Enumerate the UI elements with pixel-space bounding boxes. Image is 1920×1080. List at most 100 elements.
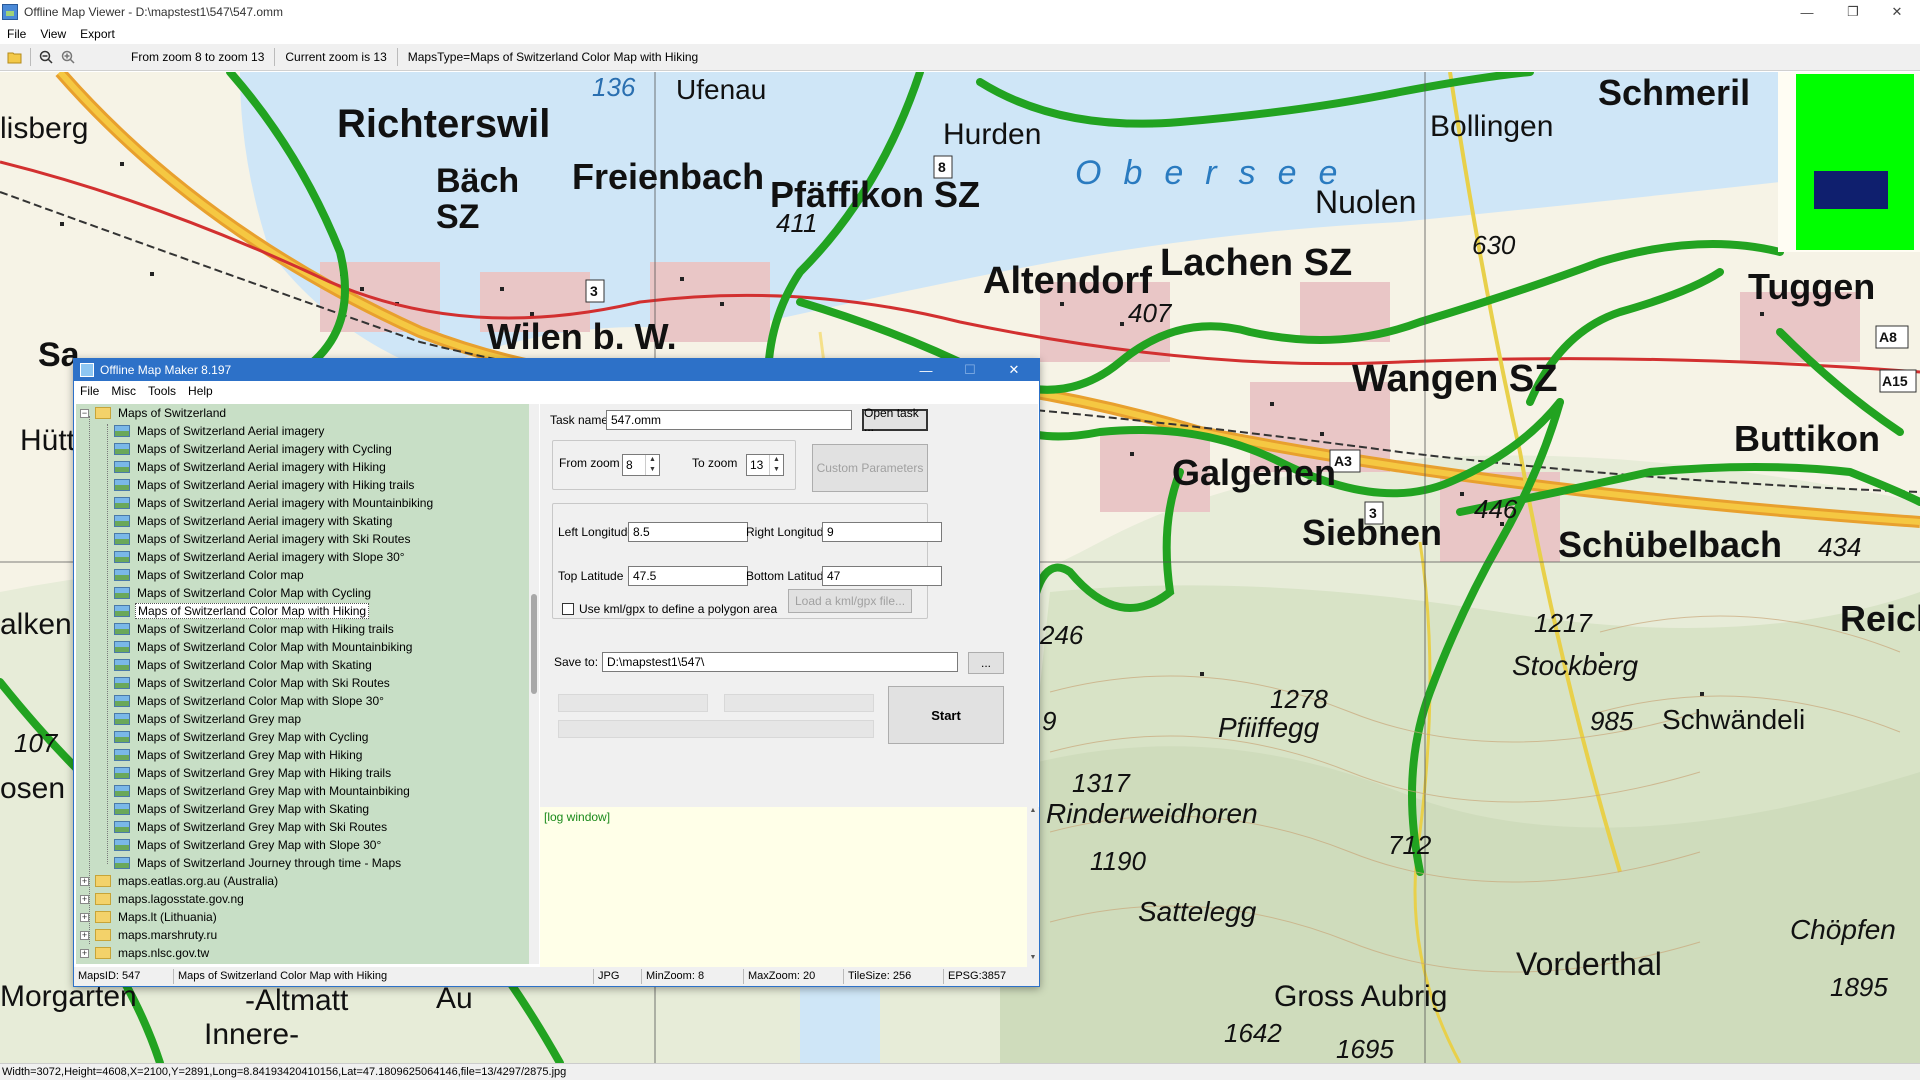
start-button[interactable]: Start [888,686,1004,744]
map-maker-dialog: Offline Map Maker 8.197 — ☐ ✕ File Misc … [73,358,1040,987]
menu-export[interactable]: Export [73,27,122,41]
bottom-latitude-input[interactable]: 47 [822,566,942,586]
tree-root-provider[interactable]: + Maps.lt (Lithuania) [80,908,219,926]
expand-icon[interactable]: + [80,894,89,904]
tree-item-map[interactable]: Maps of Switzerland Grey Map with Hiking… [114,764,393,782]
tree-item-map[interactable]: Maps of Switzerland Aerial imagery with … [114,512,394,530]
tree-item-map[interactable]: Maps of Switzerland Grey map [114,710,303,728]
tree-root-provider[interactable]: + maps.marshruty.ru [80,926,219,944]
dialog-menu-misc[interactable]: Misc [105,384,142,398]
tree-root-provider[interactable]: + maps.nlsc.gov.tw [80,944,211,962]
tree-item-map[interactable]: Maps of Switzerland Grey Map with Hiking [114,746,364,764]
tree-item-map[interactable]: Maps of Switzerland Aerial imagery with … [114,548,407,566]
dialog-menu-tools[interactable]: Tools [142,384,182,398]
zoom-out-icon[interactable] [35,46,57,68]
map-label-innere: Innere- [204,1018,300,1051]
main-titlebar: Offline Map Viewer - D:\mapstest1\547\54… [0,0,1920,24]
maximize-button[interactable]: ❐ [1830,0,1876,24]
tree-item-map[interactable]: Maps of Switzerland Aerial imagery with … [114,530,412,548]
dialog-menu-file[interactable]: File [74,384,105,398]
minimize-button[interactable]: — [1784,0,1830,24]
folder-icon [95,911,111,923]
menu-view[interactable]: View [33,27,73,41]
stepper-arrows-icon[interactable]: ▲ ▼ [769,455,783,475]
log-window[interactable]: [log window] ▲ ▼ [540,807,1039,969]
dialog-statusbar: MapsID: 547 Maps of Switzerland Color Ma… [74,967,1039,986]
tree-root-provider[interactable]: + maps.eatlas.org.au (Australia) [80,872,280,890]
close-button[interactable]: ✕ [1874,0,1920,24]
tree-item-map[interactable]: Maps of Switzerland Journey through time… [114,854,403,872]
tree-item-map[interactable]: Maps of Switzerland Grey Map with Cyclin… [114,728,370,746]
map-label-schmeril: Schmeril [1598,72,1751,113]
tree-item-map[interactable]: Maps of Switzerland Color Map with Ski R… [114,674,392,692]
tree-root-provider[interactable]: + maps.lagosstate.gov.ng [80,890,246,908]
main-toolbar: From zoom 8 to zoom 13 Current zoom is 1… [0,44,1920,71]
tree-item-map[interactable]: Maps of Switzerland Color Map with Cycli… [114,584,373,602]
tree-item-map[interactable]: Maps of Switzerland Color Map with Slope… [114,692,386,710]
tree-item-map[interactable]: Maps of Switzerland Aerial imagery with … [114,458,388,476]
map-tile-icon [114,533,130,545]
map-tile-icon [114,839,130,851]
map-label-galgenen: Galgenen [1172,452,1337,493]
save-to-input[interactable]: D:\mapstest1\547\ [602,652,958,672]
tree-item-map[interactable]: Maps of Switzerland Color Map with Mount… [114,638,414,656]
dialog-minimize-button[interactable]: — [904,359,948,381]
tree-item-map[interactable]: Maps of Switzerland Aerial imagery [114,422,326,440]
zoom-in-icon[interactable] [57,46,79,68]
map-label-tuggen: Tuggen [1748,266,1876,307]
tree-item-map[interactable]: Maps of Switzerland Grey Map with Mounta… [114,782,412,800]
tree-item-map[interactable]: Maps of Switzerland Aerial imagery with … [114,476,416,494]
tree-item-map[interactable]: Maps of Switzerland Color Map with Skati… [114,656,374,674]
map-tile-icon [114,803,130,815]
minimap-viewport[interactable] [1814,171,1888,209]
left-longitude-input[interactable]: 8.5 [628,522,748,542]
tree-scrollbar[interactable] [529,404,539,964]
collapse-icon[interactable]: − [80,408,89,418]
tree-item-map[interactable]: Maps of Switzerland Grey Map with Skatin… [114,800,371,818]
expand-icon[interactable]: + [80,912,89,922]
road-marker: A3 [1334,453,1352,469]
dialog-maximize-button[interactable]: ☐ [948,359,992,381]
tree-scroll-thumb[interactable] [531,594,537,694]
tree-item-map[interactable]: Maps of Switzerland Color map [114,566,306,584]
load-kml-button[interactable]: Load a kml/gpx file... [788,589,912,613]
tree-item-map[interactable]: Maps of Switzerland Aerial imagery with … [114,494,435,512]
map-tile-icon [114,749,130,761]
map-elev-446: 446 [1474,494,1518,524]
tree-root-switzerland[interactable]: − Maps of Switzerland [80,404,228,422]
tree-item-map[interactable]: Maps of Switzerland Grey Map with Slope … [114,836,383,854]
tree-item-map[interactable]: Maps of Switzerland Color map with Hikin… [114,620,396,638]
dialog-close-button[interactable]: ✕ [992,359,1036,381]
menu-file[interactable]: File [0,27,33,41]
task-name-input[interactable]: 547.omm [606,410,852,430]
folder-open-icon[interactable] [4,46,26,68]
map-tile-icon [114,605,130,617]
from-zoom-stepper[interactable]: 8 ▲ ▼ [622,454,660,476]
dialog-app-icon [80,363,94,377]
browse-button[interactable]: ... [968,652,1004,674]
top-latitude-input[interactable]: 47.5 [628,566,748,586]
expand-icon[interactable]: + [80,876,89,886]
map-label-hurden: Hurden [943,118,1042,151]
to-zoom-stepper[interactable]: 13 ▲ ▼ [746,454,784,476]
tree-item-map[interactable]: Maps of Switzerland Color Map with Hikin… [114,602,370,620]
log-scrollbar[interactable]: ▲ ▼ [1027,807,1039,969]
tree-item-map[interactable]: Maps of Switzerland Aerial imagery with … [114,440,394,458]
stepper-arrows-icon[interactable]: ▲ ▼ [645,455,659,475]
map-label-gross-aubrig: Gross Aubrig [1274,980,1448,1013]
right-longitude-input[interactable]: 9 [822,522,942,542]
map-elev-1278: 1278 [1270,684,1328,714]
minimap[interactable] [1778,72,1920,252]
dialog-menu-help[interactable]: Help [182,384,219,398]
open-task-button[interactable]: Open task ... [862,406,928,434]
road-marker: 8 [938,159,946,175]
expand-icon[interactable]: + [80,948,89,958]
dialog-menubar: File Misc Tools Help [74,381,1039,401]
custom-parameters-button[interactable]: Custom Parameters [812,444,928,492]
expand-icon[interactable]: + [80,930,89,940]
kml-checkbox[interactable] [562,603,574,615]
maps-tree[interactable]: − Maps of Switzerland Maps of Switzerlan… [76,404,529,964]
right-longitude-label: Right Longitude [746,525,831,539]
tree-item-map[interactable]: Maps of Switzerland Grey Map with Ski Ro… [114,818,389,836]
map-elev-407: 407 [1128,298,1172,328]
